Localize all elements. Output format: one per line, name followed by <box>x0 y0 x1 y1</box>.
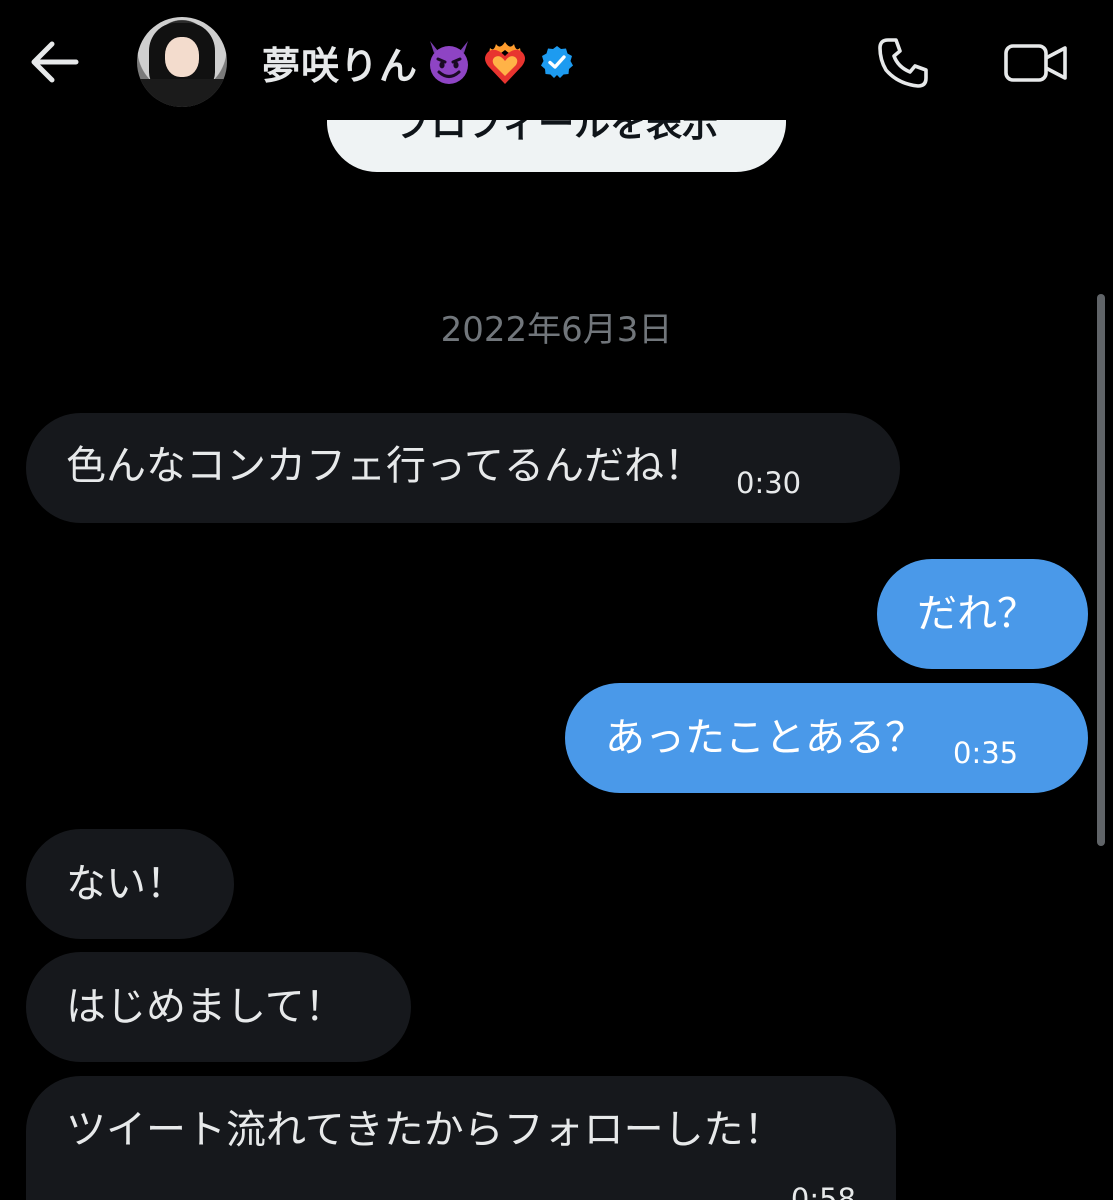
contact-name-area[interactable]: 夢咲りん <box>262 34 574 90</box>
avatar[interactable] <box>137 17 227 107</box>
dm-conversation-screen: プロフィールを表示 夢咲りん 2022年6月3日 色んなコンカフェ行ってるんだね… <box>0 0 1113 1200</box>
message-text: はじめまして！ <box>66 984 345 1030</box>
contact-name: 夢咲りん <box>262 43 419 88</box>
message-bubble-outgoing[interactable]: あったことある？ 0:35 <box>565 683 1088 793</box>
message-bubble-outgoing[interactable]: だれ？ <box>877 559 1088 669</box>
message-text: あったことある？ <box>605 715 925 761</box>
heart-on-fire-icon <box>485 42 526 84</box>
arrow-left-icon <box>31 41 79 83</box>
conversation-header: 夢咲りん <box>0 0 1113 120</box>
video-camera-icon <box>1004 44 1067 82</box>
message-timestamp: 0:35 <box>953 736 1019 771</box>
scrollbar-thumb[interactable] <box>1097 294 1105 846</box>
message-bubble-incoming[interactable]: はじめまして！ <box>26 952 411 1062</box>
message-bubble-incoming[interactable]: ない！ <box>26 829 234 939</box>
message-timestamp: 0:58 <box>790 1182 856 1200</box>
back-button[interactable] <box>22 30 86 94</box>
message-text: ない！ <box>66 861 186 907</box>
message-text: だれ？ <box>917 591 1037 637</box>
message-bubble-incoming[interactable]: ツイート流れてきたからフォローした！ 0:58 <box>26 1076 896 1200</box>
message-bubble-incoming[interactable]: 色んなコンカフェ行ってるんだね！ 0:30 <box>26 413 900 523</box>
video-call-button[interactable] <box>1000 32 1072 94</box>
message-text: 色んなコンカフェ行ってるんだね！ <box>66 443 704 489</box>
voice-call-button[interactable] <box>872 32 934 94</box>
smiling-face-with-horns-icon <box>430 41 469 84</box>
verified-badge-icon <box>541 46 574 78</box>
message-timestamp: 0:30 <box>736 466 802 501</box>
phone-icon <box>878 38 928 88</box>
message-text: ツイート流れてきたからフォローした！ <box>66 1107 784 1153</box>
date-separator: 2022年6月3日 <box>440 310 673 350</box>
